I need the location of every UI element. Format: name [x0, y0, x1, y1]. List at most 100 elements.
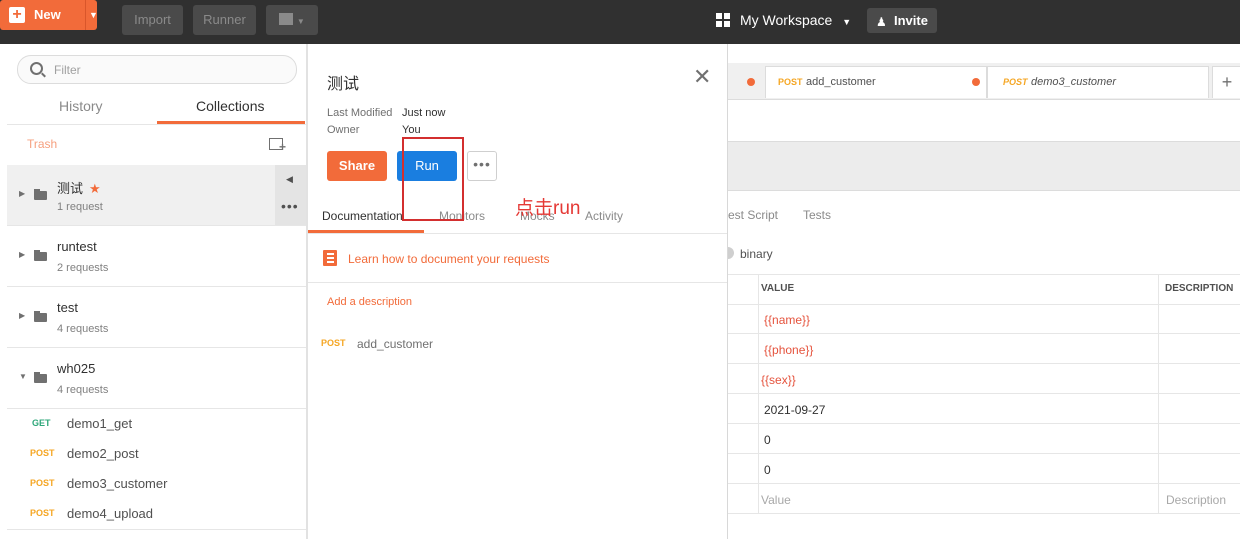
request-item[interactable]: POST demo3_customer — [7, 469, 307, 499]
tab-label: add_customer — [806, 76, 876, 88]
new-collection-icon[interactable] — [269, 138, 286, 154]
import-button[interactable]: Import — [122, 5, 183, 35]
collection-name: runtest — [57, 239, 97, 254]
value-cell[interactable] — [758, 454, 1159, 484]
share-button[interactable]: Share — [327, 151, 387, 181]
table-row[interactable]: {{name}} — [728, 304, 1240, 334]
add-description-link[interactable]: Add a description — [327, 296, 412, 308]
workspace-selector[interactable]: My Workspace ▼ — [716, 10, 851, 32]
method-badge: POST — [30, 448, 55, 458]
annotation-highlight-box — [402, 137, 464, 221]
request-count: 2 requests — [57, 262, 109, 274]
tab-history[interactable]: History — [59, 98, 103, 114]
unsaved-dot — [747, 78, 755, 86]
table-row[interactable]: Value Description — [728, 484, 1240, 514]
folder-icon — [34, 250, 47, 261]
new-label: New — [34, 7, 61, 22]
description-cell[interactable] — [1158, 364, 1240, 394]
runner-button[interactable]: Runner — [193, 5, 256, 35]
divider — [85, 0, 86, 30]
value-cell[interactable] — [758, 304, 1159, 334]
description-cell[interactable] — [1158, 394, 1240, 424]
request-count: 1 request — [57, 201, 103, 213]
more-icon[interactable]: ••• — [281, 199, 299, 213]
chevron-down-icon[interactable]: ▼ — [19, 372, 27, 381]
tab-add-customer[interactable]: POST add_customer — [765, 66, 987, 98]
collapse-arrow-icon[interactable]: ◀ — [286, 174, 293, 185]
chevron-down-icon: ▼ — [842, 17, 852, 27]
invite-label: Invite — [894, 13, 928, 28]
request-name: demo1_get — [67, 416, 133, 431]
chevron-right-icon[interactable]: ▶ — [19, 189, 25, 198]
annotation-text: 点击run — [515, 198, 581, 219]
book-icon — [323, 250, 337, 266]
value-cell[interactable] — [758, 364, 1159, 394]
method-badge: POST — [778, 77, 803, 87]
divider — [308, 233, 727, 234]
description-cell[interactable] — [1158, 334, 1240, 364]
value-cell[interactable] — [758, 334, 1159, 364]
collection-item[interactable]: ▼ wh025 4 requests — [7, 348, 307, 409]
description-header: DESCRIPTION — [1158, 275, 1240, 304]
window-plus-icon — [279, 13, 294, 25]
request-name[interactable]: add_customer — [357, 337, 433, 351]
tab-documentation[interactable]: Documentation — [322, 209, 403, 223]
request-count: 4 requests — [57, 323, 109, 335]
close-icon[interactable]: ✕ — [693, 66, 711, 88]
value-cell[interactable] — [758, 484, 1159, 514]
workspace-label: My Workspace — [740, 12, 833, 28]
chevron-down-icon[interactable]: ▼ — [89, 0, 98, 30]
request-item[interactable]: POST demo4_upload — [7, 499, 307, 529]
invite-button[interactable]: ♟ Invite — [867, 8, 937, 33]
description-cell[interactable] — [1158, 454, 1240, 484]
tab-tests[interactable]: Tests — [803, 208, 831, 222]
divider — [7, 124, 307, 125]
chevron-right-icon[interactable]: ▶ — [19, 250, 25, 259]
add-tab-button[interactable]: + — [1212, 66, 1240, 98]
table-row[interactable]: {{phone}} — [728, 334, 1240, 364]
more-options-button[interactable]: ••• — [467, 151, 497, 181]
star-icon[interactable]: ★ — [89, 181, 101, 196]
tab-demo3-customer[interactable]: POST demo3_customer — [987, 66, 1209, 98]
new-window-button[interactable]: ▼ — [266, 5, 318, 35]
new-button[interactable]: + New ▼ — [0, 0, 98, 30]
top-bar: + New ▼ Import Runner ▼ My Workspace ▼ ♟… — [0, 0, 1240, 44]
tab-activity[interactable]: Activity — [585, 209, 623, 223]
collection-name: wh025 — [57, 361, 96, 376]
table-row[interactable]: 0 — [728, 424, 1240, 454]
chevron-right-icon[interactable]: ▶ — [19, 311, 25, 320]
collection-title: 测试 — [327, 76, 360, 93]
value-text: 0 — [764, 433, 771, 447]
value-text: 2021-09-27 — [764, 403, 826, 417]
tab-pre-request-script[interactable]: est Script — [728, 208, 778, 222]
folder-icon — [34, 372, 47, 383]
trash-link[interactable]: Trash — [27, 137, 57, 151]
table-header: VALUE DESCRIPTION — [728, 274, 1240, 305]
description-cell[interactable] — [1158, 424, 1240, 454]
collection-item[interactable]: ▶ 测试 ★ 1 request ◀ ••• — [7, 165, 307, 226]
request-item[interactable]: GET demo1_get — [7, 409, 307, 439]
collection-item[interactable]: ▶ runtest 2 requests — [7, 226, 307, 287]
tab-label: demo3_customer — [1031, 76, 1116, 88]
collection-item[interactable]: ▶ test 4 requests — [7, 287, 307, 348]
table-row[interactable]: 2021-09-27 — [728, 394, 1240, 424]
last-modified-value: Just now — [402, 107, 446, 119]
request-name: demo2_post — [67, 446, 139, 461]
collection-name-wrap: 测试 ★ — [57, 178, 101, 197]
table-row[interactable]: 0 — [728, 454, 1240, 484]
divider — [308, 282, 727, 283]
workspace-grid-icon — [716, 13, 730, 27]
learn-docs-link[interactable]: Learn how to document your requests — [348, 252, 549, 266]
method-badge: POST — [30, 478, 55, 488]
tab-collections[interactable]: Collections — [196, 98, 264, 114]
collection-name: test — [57, 300, 78, 315]
table-row[interactable]: {{sex}} — [728, 364, 1240, 394]
header-label: DESCRIPTION — [1165, 283, 1234, 294]
description-cell[interactable] — [1158, 304, 1240, 334]
request-item[interactable]: POST demo2_post — [7, 439, 307, 469]
value-text: 0 — [764, 463, 771, 477]
search-input[interactable]: Filter — [17, 55, 297, 84]
collection-name: 测试 — [57, 181, 84, 196]
folder-icon — [34, 189, 47, 200]
value-cell[interactable] — [758, 424, 1159, 454]
